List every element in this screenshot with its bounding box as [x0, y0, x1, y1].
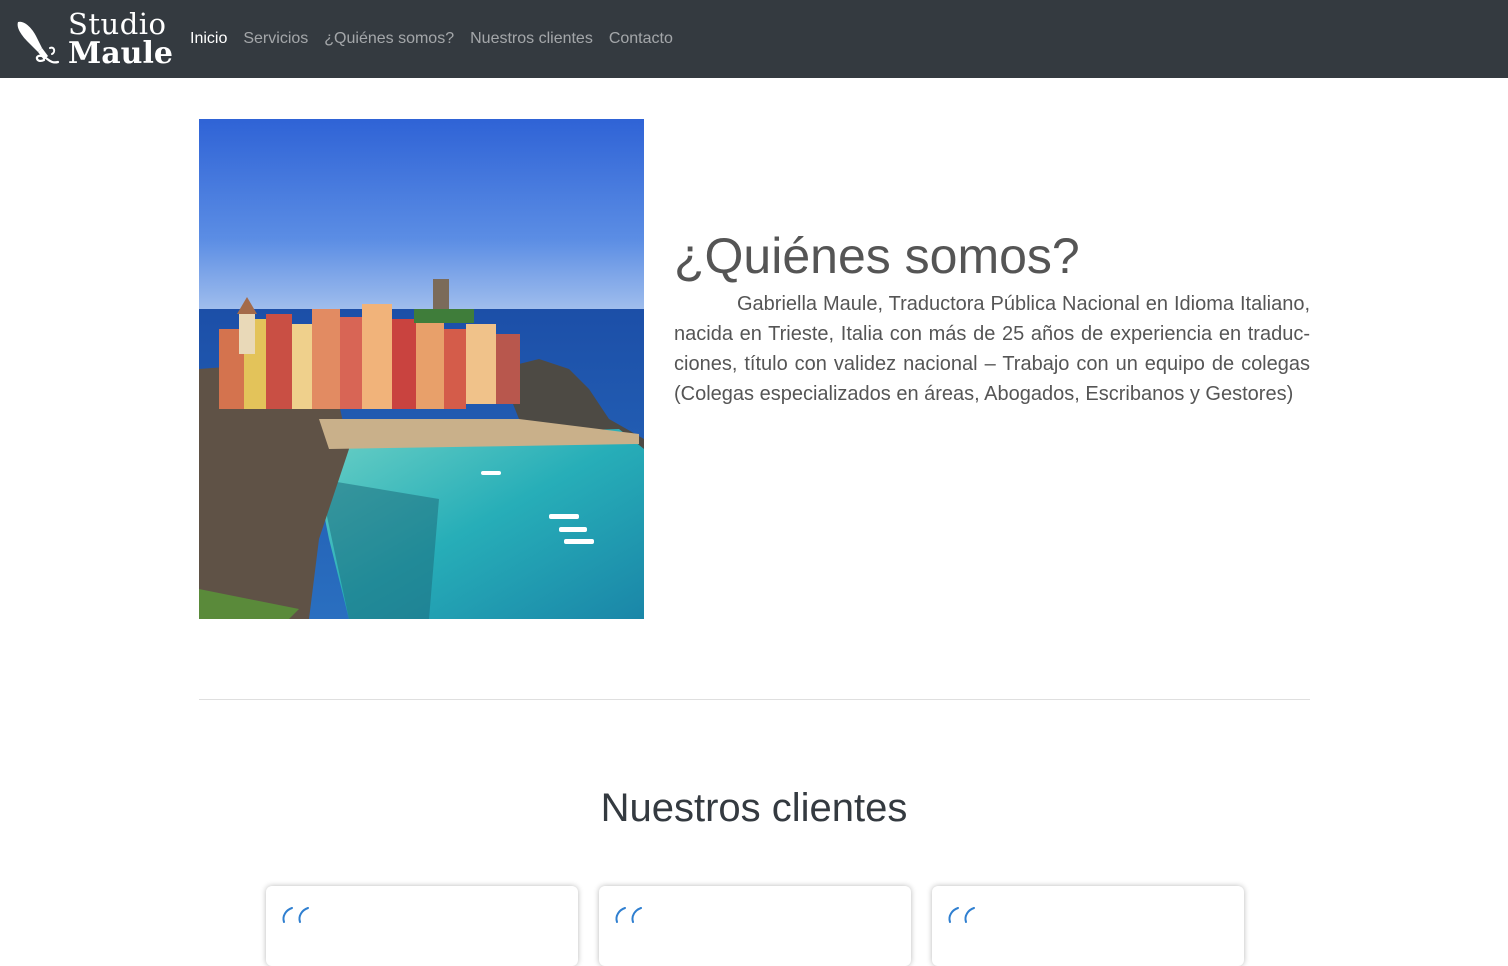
nav-item-quienes-somos[interactable]: ¿Quiénes somos?: [316, 29, 462, 49]
fountain-pen-icon: [17, 21, 60, 64]
brand-line-maule: Maule: [68, 36, 173, 71]
navbar: Studio Maule Inicio Servicios ¿Quiénes s…: [0, 0, 1508, 78]
nav-item-inicio[interactable]: Inicio: [182, 29, 235, 49]
nav-item-nuestros-clientes[interactable]: Nuestros clientes: [462, 29, 601, 49]
clients-title: Nuestros clientes: [600, 786, 908, 830]
brand-line-studio: Studio: [68, 7, 167, 41]
coastal-village-photo: [199, 119, 644, 619]
brand-logo[interactable]: Studio Maule: [14, 10, 174, 70]
client-card: [266, 886, 578, 966]
client-card: [599, 886, 911, 966]
nav-item-servicios[interactable]: Servicios: [235, 29, 316, 49]
about-description: Gabriella Maule, Traductora Pública Naci…: [674, 293, 1310, 405]
main-nav: Inicio Servicios ¿Quiénes somos? Nuestro…: [182, 29, 681, 49]
quote-icon: [282, 907, 309, 923]
quote-icon: [948, 907, 975, 923]
nav-item-contacto[interactable]: Contacto: [601, 29, 681, 49]
about-title: ¿Quiénes somos?: [674, 228, 1080, 284]
quote-icon: [615, 907, 642, 923]
brand-name: Studio Maule: [68, 10, 173, 69]
client-card: [932, 886, 1244, 966]
section-divider: [199, 699, 1310, 700]
